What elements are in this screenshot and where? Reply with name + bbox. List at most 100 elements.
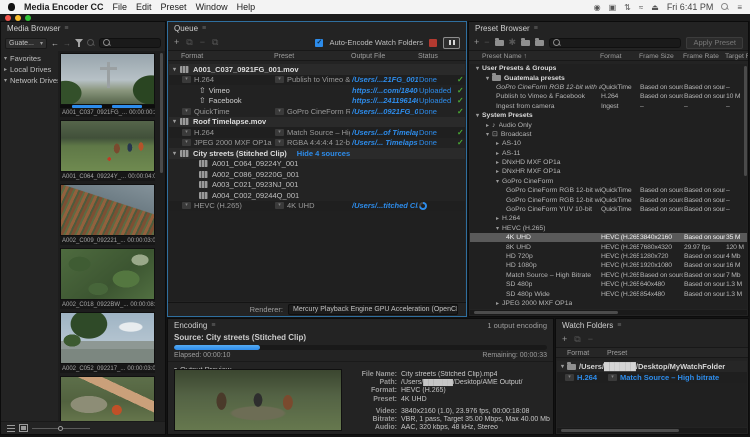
menu-item[interactable]: File [113, 2, 128, 12]
preset-row[interactable]: SD 480p WideHEVC (H.265)854x480Based on … [470, 289, 747, 298]
column-format[interactable]: Format [181, 53, 203, 60]
add-source-button[interactable]: + [174, 38, 179, 47]
preset-row[interactable]: GoPro CineForm RGB 12-bit with alpha (Al… [470, 83, 747, 92]
apply-preset-button[interactable]: Apply Preset [686, 37, 743, 49]
tree-item[interactable]: ▾Network Drives [4, 75, 58, 86]
zoom-tool-icon[interactable] [87, 39, 95, 47]
watch-preset-row[interactable]: ▾ H.264 ▾ Match Source – High bitrate [557, 372, 747, 383]
panel-menu-icon[interactable]: ≡ [534, 25, 538, 32]
preset-row[interactable]: Match Source – High BitrateHEVC (H.265)B… [470, 271, 747, 280]
queue-subsource-row[interactable]: A002_C086_09220G_001 [169, 169, 465, 180]
chevron-right-icon[interactable]: ▸ [496, 300, 499, 307]
media-clip[interactable]: A002_C018_0922BW_...00:00:08:13 [60, 248, 155, 309]
format-dropdown[interactable]: ▾ [565, 374, 574, 381]
column-format[interactable]: Format [600, 53, 622, 60]
media-clip[interactable] [60, 376, 155, 421]
chevron-down-icon[interactable]: ▾ [496, 178, 499, 185]
panel-menu-icon[interactable]: ≡ [617, 322, 621, 329]
tree-item[interactable]: ▸Local Drives [4, 64, 58, 75]
wifi-icon[interactable]: ≈ [639, 3, 643, 12]
chevron-right-icon[interactable]: ▸ [496, 159, 499, 166]
menu-item[interactable]: Edit [136, 2, 152, 12]
format-dropdown[interactable]: ▾ [182, 202, 191, 209]
preset-row[interactable]: ▸MPEG-2 [470, 308, 747, 309]
preset-row[interactable]: ▾Guatemala presets [470, 73, 747, 82]
preset-row[interactable]: 4K UHDHEVC (H.265)3840x2160Based on sour… [470, 233, 747, 242]
queue-subsource-row[interactable]: A004_C002_09244Q_001 [169, 190, 465, 201]
back-button[interactable]: ← [51, 39, 59, 48]
preset-row[interactable]: ▸AS-10 [470, 139, 747, 148]
output-file-link[interactable]: /Users/...of Timelapse.mp4 [352, 127, 418, 138]
column-preset[interactable]: Preset [607, 350, 627, 357]
chevron-down-icon[interactable]: ▾ [486, 131, 489, 138]
menu-item[interactable]: Media Encoder CC [24, 2, 104, 12]
watch-folder-row[interactable]: ▾ /Users/██████/Desktop/MyWatchFolder [557, 361, 747, 372]
column-target-rate[interactable]: Target R [725, 53, 749, 60]
duplicate-button[interactable]: ⧉ [212, 38, 218, 47]
queue-upload-row[interactable]: ⇧Facebookhttps://...24119614602283Upload… [169, 96, 465, 107]
column-preset[interactable]: Preset [274, 53, 294, 60]
menu-item[interactable]: Preset [161, 2, 187, 12]
location-dropdown[interactable]: Guate... ▾ [5, 38, 47, 49]
import-preset-icon[interactable] [521, 40, 530, 46]
remove-watch-folder-button[interactable]: − [588, 335, 593, 344]
add-output-button[interactable]: ⧉ [574, 335, 580, 344]
format-dropdown[interactable]: ▾ [182, 76, 191, 83]
notification-center-icon[interactable]: ≡ [737, 3, 742, 12]
forward-button[interactable]: → [63, 39, 71, 48]
column-format[interactable]: Format [567, 350, 589, 357]
preset-row[interactable]: ▾System Presets [470, 111, 747, 120]
preset-search-input[interactable] [549, 38, 681, 48]
panel-menu-icon[interactable]: ≡ [64, 25, 68, 32]
preset-row[interactable]: ▸JPEG 2000 MXF OP1a [470, 299, 747, 308]
media-browser-tab[interactable]: Media Browser [7, 24, 60, 33]
upload-url-link[interactable]: https://...24119614602283 [352, 96, 418, 107]
thumbnail-view-icon[interactable] [20, 425, 27, 431]
close-window-button[interactable] [5, 15, 11, 21]
queue-output-row[interactable]: ▾HEVC (H.265)▾4K UHD/Users/...titched Cl… [169, 201, 465, 212]
preset-horizontal-scrollbar[interactable] [470, 310, 747, 315]
new-group-icon[interactable] [495, 40, 504, 46]
media-clip[interactable]: A002_C009_092221_...00:00:03:04 [60, 184, 155, 245]
preset-row[interactable]: ▸DNxHD MXF OP1a [470, 158, 747, 167]
media-clip[interactable]: A002_C052_092217_...00:00:03:04 [60, 312, 155, 373]
chevron-down-icon[interactable]: ▾ [476, 65, 479, 72]
stop-queue-button[interactable] [429, 39, 437, 47]
queue-source-row[interactable]: ▾City streets (Stitched Clip)Hide 4 sour… [169, 148, 465, 159]
preset-dropdown[interactable]: ▾ [275, 139, 284, 146]
column-status[interactable]: Status [418, 53, 438, 60]
queue-tab[interactable]: Queue [174, 24, 198, 33]
watch-folders-tab[interactable]: Watch Folders [562, 321, 613, 330]
export-preset-icon[interactable] [535, 40, 544, 46]
preset-row[interactable]: ▾GoPro CineForm [470, 177, 747, 186]
thumbnail-zoom-slider[interactable] [32, 424, 90, 433]
chevron-right-icon[interactable]: ▸ [496, 168, 499, 175]
preset-row[interactable]: ▸DNxHR MXF OP1a [470, 167, 747, 176]
format-dropdown[interactable]: ▾ [182, 108, 191, 115]
media-scrollbar[interactable] [160, 53, 163, 173]
preset-row[interactable]: ▸AS-11 [470, 149, 747, 158]
tree-item[interactable]: ▾Favorites [4, 53, 58, 64]
preset-vertical-scrollbar[interactable] [744, 66, 747, 176]
clip-scrub-bar[interactable] [60, 105, 155, 108]
media-search-input[interactable] [99, 38, 161, 48]
renderer-select[interactable]: Mercury Playback Engine GPU Acceleration… [288, 304, 458, 315]
preset-row[interactable]: ▸H.264 [470, 214, 747, 223]
preset-row[interactable]: SD 480pHEVC (H.265)640x480Based on sourc… [470, 280, 747, 289]
output-file-link[interactable]: /Users/...0921FG_001.mov [352, 106, 418, 117]
queue-upload-row[interactable]: ⇧Vimeohttps://...com/184066142Uploaded✓ [169, 85, 465, 96]
queue-subsource-row[interactable]: A001_C064_09224Y_001 [169, 159, 465, 170]
panel-menu-icon[interactable]: ≡ [202, 25, 206, 32]
encoding-tab[interactable]: Encoding [174, 321, 207, 330]
queue-output-row[interactable]: ▾JPEG 2000 MXF OP1a▾RGBA 4:4:4:4 12-bit … [169, 138, 465, 149]
format-dropdown[interactable]: ▾ [182, 129, 191, 136]
menu-item[interactable]: Window [196, 2, 228, 12]
delete-preset-button[interactable]: − [484, 38, 489, 47]
panel-menu-icon[interactable]: ≡ [211, 322, 215, 329]
preset-row[interactable]: ▾HEVC (H.265) [470, 224, 747, 233]
chevron-down-icon[interactable]: ▾ [476, 112, 479, 119]
column-preset-name[interactable]: Preset Name ↑ [482, 53, 527, 60]
add-output-button[interactable]: ⧉ [186, 38, 192, 47]
preset-row[interactable]: GoPro CineForm RGB 12-bit with alpha...Q… [470, 195, 747, 204]
queue-output-row[interactable]: ▾H.264▾Publish to Vimeo & Face.../Users/… [169, 75, 465, 86]
